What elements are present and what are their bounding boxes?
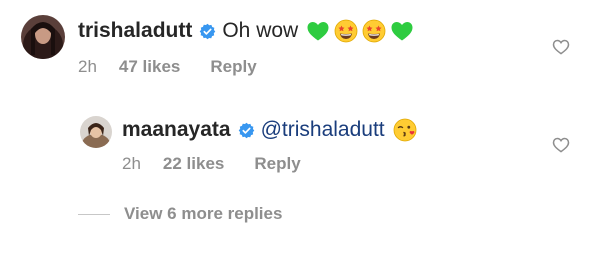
view-more-replies-label: View 6 more replies	[124, 204, 283, 223]
replies-divider-line	[78, 213, 110, 215]
star-struck-icon	[362, 19, 386, 43]
comment-likes-count[interactable]: 47 likes	[119, 57, 180, 77]
reply-timestamp: 2h	[122, 154, 141, 173]
comment-timestamp: 2h	[78, 57, 97, 76]
avatar-maanayata[interactable]	[80, 116, 112, 148]
view-more-replies-button[interactable]: View 6 more replies	[78, 204, 282, 224]
comment-username[interactable]: trishaladutt	[78, 17, 192, 45]
star-struck-icon	[334, 19, 358, 43]
verified-badge-icon	[199, 23, 216, 40]
kissing-face-icon	[393, 118, 417, 142]
comment-trishaladutt: trishaladutt Oh wow	[78, 17, 414, 45]
comment-meta-row: 2h 47 likes Reply	[78, 57, 257, 77]
avatar-trishaladutt[interactable]	[21, 15, 65, 59]
reply-maanayata: maanayata @trishaladutt	[122, 116, 417, 144]
verified-badge-icon	[238, 122, 255, 139]
green-heart-icon	[306, 19, 330, 43]
reply-reply-button[interactable]: Reply	[254, 154, 300, 174]
like-heart-icon[interactable]	[552, 136, 570, 153]
green-heart-icon	[390, 19, 414, 43]
reply-mention-link[interactable]: @trishaladutt	[261, 116, 385, 144]
reply-username[interactable]: maanayata	[122, 116, 231, 144]
comment-reply-button[interactable]: Reply	[210, 57, 256, 77]
comment-text: Oh wow	[222, 19, 299, 42]
reply-meta-row: 2h 22 likes Reply	[122, 154, 301, 174]
like-heart-icon[interactable]	[552, 38, 570, 55]
reply-likes-count[interactable]: 22 likes	[163, 154, 224, 174]
